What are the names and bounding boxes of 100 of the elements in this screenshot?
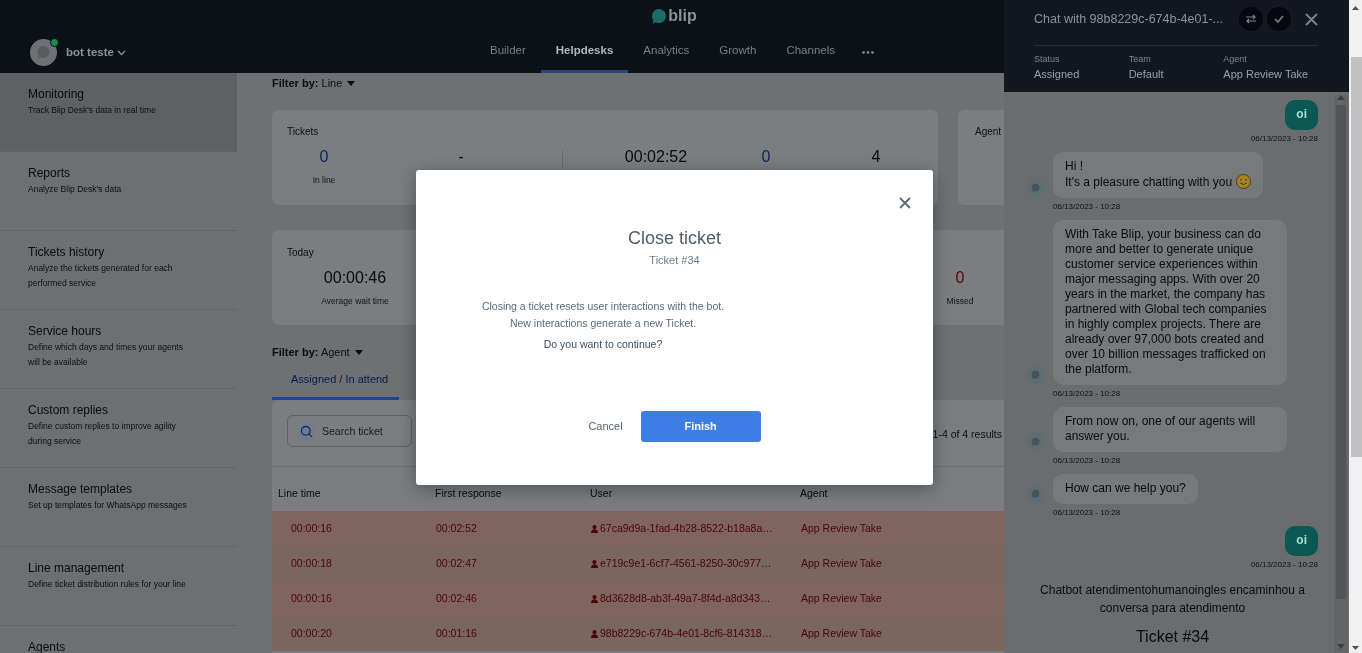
close-button[interactable] <box>899 197 911 209</box>
nav-tab[interactable]: Channels <box>771 32 850 73</box>
column-header[interactable]: User <box>590 487 613 499</box>
chevron-down-icon <box>116 49 126 56</box>
sidebar-item[interactable]: Monitoring Track Blip Desk's data in real time <box>0 73 237 152</box>
table-cell: 00:00:16 <box>291 522 332 534</box>
bot-avatar-icon <box>1027 433 1044 450</box>
table-cell-text: 8d3628d8-ab3f-49a7-8f4d-a8d343… <box>600 591 771 606</box>
close-icon <box>899 197 911 209</box>
message-time: 06/13/2023 - 10:28 <box>1053 456 1121 466</box>
ticket-number: Ticket #34 <box>1135 627 1210 647</box>
sidebar-item-description: Define ticket distribution rules for your line <box>28 578 187 591</box>
stat-value: 00:02:52 <box>624 147 688 166</box>
detail-label: Agent <box>1223 54 1247 65</box>
table-row[interactable]: 00:00:20 00:01:16 98b8229c-674b-4e01-8cf6-814318… App Review Take <box>272 616 1004 651</box>
results-count: 1-4 of 4 results <box>932 427 1002 443</box>
card-title: Tickets <box>287 126 319 138</box>
table-cell: App Review Take <box>801 522 882 534</box>
table-row[interactable]: 00:00:16 00:02:46 8d3628d8-ab3f-49a7-8f4d-a8d343… App Review Take <box>272 581 1004 616</box>
column-header[interactable]: Line time <box>278 487 321 499</box>
sidebar-item[interactable]: Service hours Define which days and times your agents will be available <box>0 310 237 389</box>
table-row[interactable]: 00:00:18 00:02:47 e719c9e1-6cf7-4561-8250-30c977… App Review Take <box>272 546 1004 581</box>
more-icon[interactable] <box>862 51 874 54</box>
cancel-button[interactable]: Cancel <box>588 418 623 435</box>
sidebar-item-title: Tickets history <box>28 245 105 259</box>
message-text: From now on, one of our agents will answer you. <box>1065 414 1256 443</box>
dialog-title: Close ticket <box>627 227 721 249</box>
person-icon <box>591 629 598 638</box>
dialog-question: Do you want to continue? <box>543 337 663 352</box>
transfer-button[interactable] <box>1239 7 1263 31</box>
confirm-button[interactable]: Finish <box>640 411 761 442</box>
sidebar-item-description: Analyze the tickets generated for each performed service <box>28 262 174 290</box>
message-time: 06/13/2023 - 10:28 <box>1250 134 1318 144</box>
table-cell: 00:02:47 <box>436 557 477 569</box>
dialog-message: New interactions generate a new Ticket. <box>509 316 697 331</box>
stat-label: Missed <box>946 296 974 307</box>
sidebar-item-title: Service hours <box>28 324 102 338</box>
system-notice: Chatbot atendimentohumanoingles encaminhou a conversa para atendimento <box>1039 582 1306 617</box>
card-title: Today <box>287 247 314 259</box>
sidebar-item-title: Custom replies <box>28 403 109 417</box>
stat-label: Average wait time <box>321 296 389 307</box>
sidebar-item[interactable]: Tickets history Analyze the tickets generated for each performed service <box>0 231 237 310</box>
caret-down-icon <box>347 80 356 86</box>
logo-icon <box>652 8 667 24</box>
table-cell: 00:00:16 <box>291 592 332 604</box>
nav-tab[interactable]: Helpdesks <box>540 32 629 73</box>
stat-value: 0 <box>761 147 771 166</box>
message-time: 06/13/2023 - 10:28 <box>1053 389 1121 399</box>
sidebar-item-title: Message templates <box>28 482 133 496</box>
stat-label: In line <box>312 175 336 186</box>
avatar-icon <box>30 39 57 66</box>
sidebar-item-title: Monitoring <box>28 87 85 101</box>
bot-avatar-icon <box>1027 179 1044 196</box>
message-text: With Take Blip, your business can do more and better to generate unique customer service experiences within major messaging apps. With over 20 years in the market, the company has partnered with Global tech companies in highly complex projects. There are already over 97,000 bots created and over 10 billion messages trafficked on the platform. <box>1065 227 1267 376</box>
nav-tab[interactable]: Analytics <box>628 32 705 73</box>
chat-scrollbar[interactable] <box>1334 95 1348 653</box>
column-header[interactable]: First response <box>435 487 502 499</box>
table-cell-text: e719c9e1-6cf7-4561-8250-30c977… <box>600 556 772 571</box>
sidebar-item[interactable]: Message templates Set up templates for WhatsApp messages <box>0 468 237 547</box>
bot-avatar-icon <box>1027 485 1044 502</box>
message-time: 06/13/2023 - 10:28 <box>1053 202 1121 212</box>
filter-dropdown[interactable]: Filter by: Agent <box>272 344 363 360</box>
search-field[interactable]: Search ticket <box>287 415 412 447</box>
sidebar-item-description: Track Blip Desk's data in real time <box>28 104 157 117</box>
table-cell: 00:00:18 <box>291 557 332 569</box>
sidebar-item[interactable]: Agents <box>0 626 237 653</box>
table-row[interactable]: 00:00:16 00:02:52 67ca9d9a-1fad-4b28-8522-b18a8a… App Review Take <box>272 511 1004 546</box>
message-text: How can we help you? <box>1065 481 1186 495</box>
stat-value: 4 <box>871 147 881 166</box>
sidebar-item-description: Set up templates for WhatsApp messages <box>28 499 188 512</box>
nav-tab[interactable]: Builder <box>474 32 541 73</box>
sidebar-item[interactable]: Reports Analyze Blip Desk's data <box>0 152 237 231</box>
resolve-button[interactable] <box>1267 7 1291 31</box>
stat-value: 0 <box>955 268 965 287</box>
check-icon <box>1274 15 1284 23</box>
logo-text: blip <box>668 7 697 25</box>
nav-tab[interactable]: Growth <box>704 32 772 73</box>
filter-dropdown[interactable]: Filter by: Line <box>272 75 356 91</box>
message-time: 06/13/2023 - 10:28 <box>1053 508 1121 518</box>
sidebar-item[interactable]: Custom replies Define custom replies to improve agility during service <box>0 389 237 468</box>
person-icon <box>591 524 598 533</box>
account-menu-button[interactable]: bot teste <box>66 43 126 62</box>
close-icon[interactable] <box>1305 13 1318 26</box>
message-text: Hi ! It's a pleasure chatting with you <box>1065 159 1233 189</box>
scrollbar-thumb[interactable] <box>1351 57 1362 457</box>
card-title: Agent <box>975 126 1002 138</box>
sidebar-item-description: Analyze Blip Desk's data <box>28 183 123 196</box>
dialog-subtitle: Ticket #34 <box>649 253 700 267</box>
message-text: oi <box>1296 107 1307 121</box>
sidebar-item[interactable]: Line management Define ticket distribution rules for your line <box>0 547 237 626</box>
detail-value: Default <box>1128 67 1164 81</box>
detail-value: Assigned <box>1034 67 1080 81</box>
table-cell: 00:02:52 <box>436 522 477 534</box>
column-header[interactable]: Agent <box>800 487 828 499</box>
page-scrollbar[interactable] <box>1349 0 1362 653</box>
message-time: 06/13/2023 - 10:28 <box>1250 560 1318 570</box>
scroll-up-icon[interactable] <box>1352 6 1359 10</box>
sidebar-item-title: Reports <box>28 166 71 180</box>
swap-arrows-icon <box>1245 14 1257 24</box>
message-text: oi <box>1296 533 1307 547</box>
